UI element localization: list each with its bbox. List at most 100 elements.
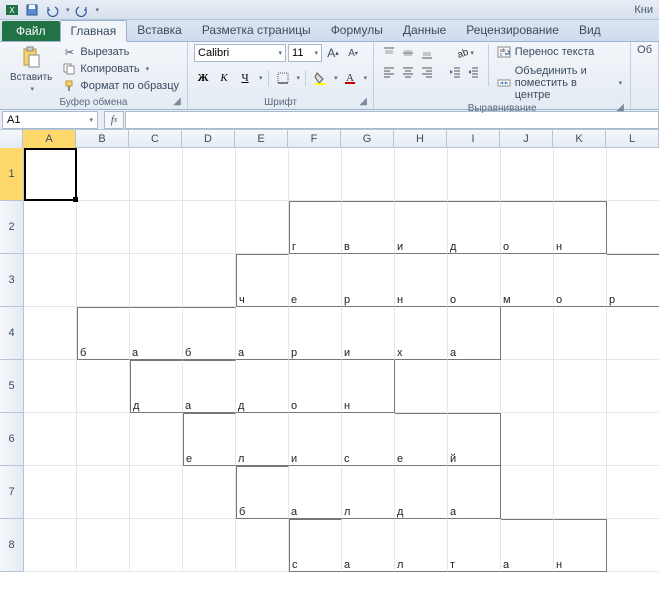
cell[interactable] (395, 360, 448, 413)
save-icon[interactable] (24, 2, 40, 18)
align-center-icon[interactable] (399, 63, 417, 81)
font-name-selector[interactable]: Calibri▾ (194, 44, 286, 62)
cell[interactable]: и (342, 307, 395, 360)
cell[interactable] (183, 148, 236, 201)
cell[interactable]: о (501, 201, 554, 254)
cell[interactable]: е (395, 413, 448, 466)
cell[interactable]: и (395, 201, 448, 254)
column-header[interactable]: I (447, 130, 500, 148)
cell[interactable]: в (342, 201, 395, 254)
wrap-text-button[interactable]: abc Перенос текста (495, 44, 624, 60)
cell[interactable]: д (130, 360, 183, 413)
cell[interactable]: а (448, 466, 501, 519)
cell[interactable]: д (395, 466, 448, 519)
cell[interactable] (607, 519, 659, 572)
align-right-icon[interactable] (418, 63, 436, 81)
align-top-icon[interactable] (380, 44, 398, 62)
cell[interactable]: л (395, 519, 448, 572)
qat-customize-dropdown[interactable]: ▾ (96, 6, 100, 14)
cell[interactable] (183, 519, 236, 572)
orientation-button[interactable]: ab ▾ (446, 44, 482, 62)
decrease-indent-icon[interactable] (446, 63, 464, 81)
cell[interactable] (607, 413, 659, 466)
cell[interactable]: л (342, 466, 395, 519)
tab-вставка[interactable]: Вставка (127, 20, 192, 41)
cell[interactable] (607, 307, 659, 360)
tab-главная[interactable]: Главная (60, 20, 128, 42)
format-painter-button[interactable]: Формат по образцу (60, 78, 181, 94)
cell[interactable]: с (289, 519, 342, 572)
italic-button[interactable]: К (215, 69, 233, 87)
cell[interactable]: й (448, 413, 501, 466)
cell[interactable] (236, 519, 289, 572)
cell[interactable]: ч (236, 254, 289, 307)
cell[interactable]: о (554, 254, 607, 307)
cell[interactable] (501, 413, 554, 466)
cell[interactable]: г (289, 201, 342, 254)
row-header[interactable]: 3 (0, 254, 24, 307)
tab-рецензирование[interactable]: Рецензирование (456, 20, 569, 41)
font-dialog-launcher[interactable]: ◢ (357, 96, 369, 108)
cell[interactable]: н (395, 254, 448, 307)
fill-color-dropdown[interactable]: ▾ (334, 74, 338, 82)
name-box[interactable]: A1 ▾ (2, 111, 98, 129)
cell[interactable]: х (395, 307, 448, 360)
borders-dropdown[interactable]: ▾ (297, 74, 301, 82)
cell[interactable] (130, 148, 183, 201)
cell[interactable] (130, 466, 183, 519)
select-all-corner[interactable] (0, 130, 23, 148)
cell[interactable]: р (289, 307, 342, 360)
column-header[interactable]: J (500, 130, 553, 148)
clipboard-dialog-launcher[interactable]: ◢ (171, 96, 183, 108)
cell[interactable]: о (448, 254, 501, 307)
row-header[interactable]: 8 (0, 519, 24, 572)
cell[interactable] (554, 466, 607, 519)
cell[interactable] (501, 360, 554, 413)
font-size-selector[interactable]: 11▾ (288, 44, 322, 62)
cell[interactable] (77, 413, 130, 466)
column-header[interactable]: L (606, 130, 659, 148)
cell[interactable] (607, 201, 659, 254)
column-header[interactable]: H (394, 130, 447, 148)
cell[interactable] (607, 360, 659, 413)
cell[interactable] (77, 360, 130, 413)
cell[interactable] (24, 360, 77, 413)
cell[interactable]: н (554, 201, 607, 254)
column-header[interactable]: E (235, 130, 288, 148)
cell[interactable]: а (342, 519, 395, 572)
cell[interactable] (607, 148, 659, 201)
column-header[interactable]: C (129, 130, 182, 148)
underline-button[interactable]: Ч (236, 69, 254, 87)
cell[interactable]: а (448, 307, 501, 360)
cell[interactable] (130, 519, 183, 572)
cell[interactable]: и (289, 413, 342, 466)
cell[interactable] (24, 254, 77, 307)
align-left-icon[interactable] (380, 63, 398, 81)
cell[interactable]: а (501, 519, 554, 572)
row-header[interactable]: 2 (0, 201, 24, 254)
cell[interactable] (77, 519, 130, 572)
cell[interactable] (24, 413, 77, 466)
bold-button[interactable]: Ж (194, 69, 212, 87)
font-color-button[interactable]: A (341, 69, 359, 87)
cell[interactable] (607, 466, 659, 519)
cell[interactable] (24, 307, 77, 360)
cell[interactable] (236, 201, 289, 254)
copy-button[interactable]: Копировать ▾ (60, 61, 181, 77)
align-bottom-icon[interactable] (418, 44, 436, 62)
font-color-dropdown[interactable]: ▾ (364, 74, 368, 82)
cell[interactable] (24, 201, 77, 254)
cell[interactable] (24, 519, 77, 572)
cell[interactable]: а (289, 466, 342, 519)
fill-color-button[interactable] (311, 69, 329, 87)
undo-icon[interactable] (44, 2, 60, 18)
cell[interactable]: р (607, 254, 659, 307)
cell[interactable] (501, 466, 554, 519)
cell[interactable] (77, 254, 130, 307)
borders-button[interactable] (274, 69, 292, 87)
redo-icon[interactable] (74, 2, 90, 18)
cell[interactable]: о (289, 360, 342, 413)
cell[interactable]: а (183, 360, 236, 413)
cell[interactable] (77, 201, 130, 254)
increase-font-icon[interactable]: A▴ (324, 44, 342, 62)
